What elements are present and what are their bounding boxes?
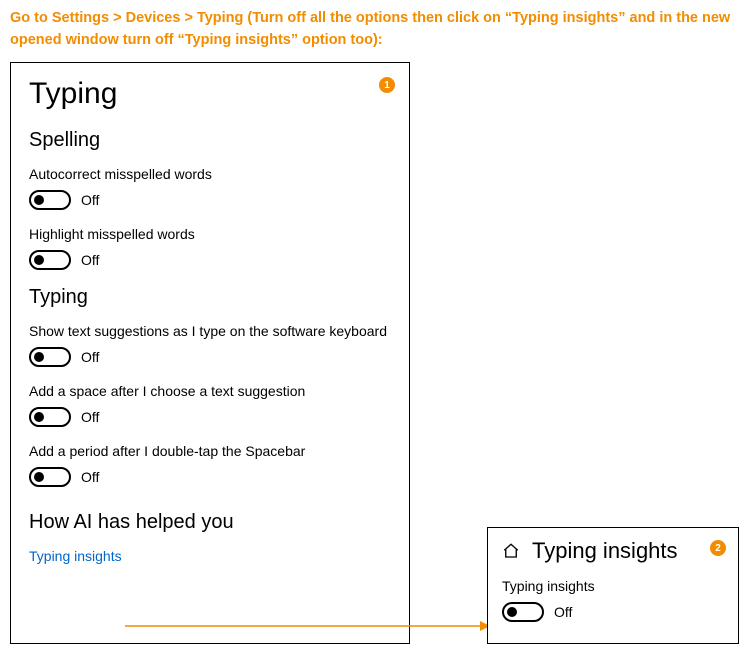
toggle-state: Off [554,604,572,620]
typing-settings-panel: 1 Typing Spelling Autocorrect misspelled… [10,62,410,644]
page-title: Typing [29,77,391,111]
typing-insights-panel: 2 Typing insights Typing insights Off [487,527,739,644]
spelling-heading: Spelling [29,129,391,152]
setting-highlight: Highlight misspelled words Off [29,226,391,270]
toggle-text-suggestions[interactable] [29,347,71,367]
instruction-text: Go to Settings > Devices > Typing (Turn … [0,0,750,52]
toggle-add-period[interactable] [29,467,71,487]
setting-label: Show text suggestions as I type on the s… [29,323,391,339]
setting-label: Highlight misspelled words [29,226,391,242]
setting-text-suggestions: Show text suggestions as I type on the s… [29,323,391,367]
toggle-highlight[interactable] [29,250,71,270]
setting-label: Autocorrect misspelled words [29,166,391,182]
setting-label: Typing insights [502,578,724,594]
sub-panel-title: Typing insights [532,538,678,564]
toggle-typing-insights[interactable] [502,602,544,622]
toggle-state: Off [81,252,99,268]
setting-add-period: Add a period after I double-tap the Spac… [29,443,391,487]
typing-insights-link[interactable]: Typing insights [29,548,122,564]
typing-heading: Typing [29,286,391,309]
ai-heading: How AI has helped you [29,511,391,534]
toggle-add-space[interactable] [29,407,71,427]
home-icon[interactable] [502,542,520,560]
setting-typing-insights: Typing insights Off [502,578,724,622]
toggle-state: Off [81,192,99,208]
toggle-state: Off [81,469,99,485]
annotation-badge-1: 1 [379,77,395,93]
toggle-state: Off [81,349,99,365]
annotation-badge-2: 2 [710,540,726,556]
setting-add-space: Add a space after I choose a text sugges… [29,383,391,427]
toggle-autocorrect[interactable] [29,190,71,210]
setting-label: Add a space after I choose a text sugges… [29,383,391,399]
setting-autocorrect: Autocorrect misspelled words Off [29,166,391,210]
setting-label: Add a period after I double-tap the Spac… [29,443,391,459]
toggle-state: Off [81,409,99,425]
